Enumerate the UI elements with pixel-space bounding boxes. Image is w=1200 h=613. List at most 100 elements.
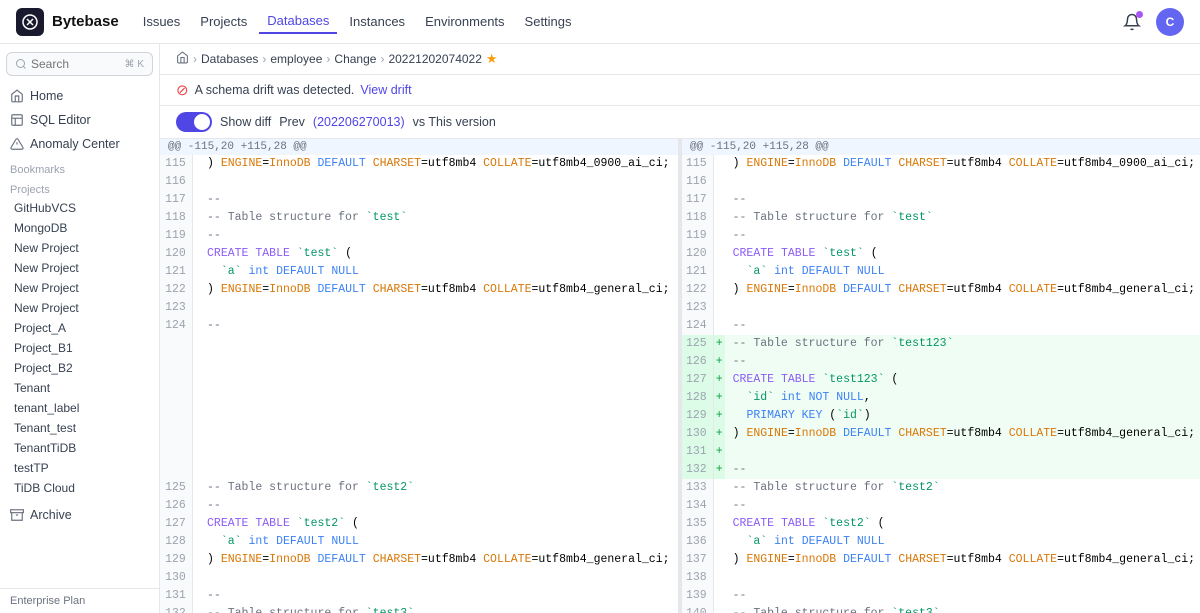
line-prefix — [192, 281, 199, 299]
breadcrumb-sep-1: › — [193, 52, 197, 66]
search-icon — [15, 58, 27, 70]
line-code: ) ENGINE=InnoDB DEFAULT CHARSET=utf8mb4 … — [725, 551, 1200, 569]
line-number — [160, 461, 192, 479]
view-drift-link[interactable]: View drift — [360, 83, 411, 97]
line-code: -- — [725, 227, 1200, 245]
line-number: 128 — [682, 389, 713, 407]
line-code: ) ENGINE=InnoDB DEFAULT CHARSET=utf8mb4 … — [199, 281, 677, 299]
line-prefix — [713, 515, 724, 533]
project-item-newproject-4[interactable]: New Project — [0, 298, 159, 318]
project-item-project-b1[interactable]: Project_B1 — [0, 338, 159, 358]
breadcrumb-sep-2: › — [262, 52, 266, 66]
breadcrumb-changeid: 20221202074022 — [388, 52, 481, 66]
project-item-project-a[interactable]: Project_A — [0, 318, 159, 338]
notification-dot — [1136, 11, 1143, 18]
avatar[interactable]: C — [1156, 8, 1184, 36]
line-code — [199, 407, 677, 425]
line-code: CREATE TABLE `test` ( — [725, 245, 1200, 263]
line-prefix — [713, 155, 724, 173]
line-code — [725, 173, 1200, 191]
project-item-tenanttidb[interactable]: TenantTiDB — [0, 438, 159, 458]
search-box[interactable]: ⌘ K — [6, 52, 153, 76]
project-item-newproject-1[interactable]: New Project — [0, 238, 159, 258]
line-code: -- Table structure for `test123` — [725, 335, 1200, 353]
sidebar-item-sql-editor[interactable]: SQL Editor — [0, 108, 159, 132]
line-prefix — [713, 227, 724, 245]
project-item-testtp[interactable]: testTP — [0, 458, 159, 478]
line-number — [160, 425, 192, 443]
breadcrumb-star-icon[interactable]: ★ — [486, 51, 498, 67]
project-item-githubvcs[interactable]: GitHubVCS — [0, 198, 159, 218]
project-item-project-b2[interactable]: Project_B2 — [0, 358, 159, 378]
line-code — [725, 443, 1200, 461]
show-diff-label: Show diff — [220, 115, 271, 129]
breadcrumb-home-icon[interactable] — [176, 51, 189, 67]
line-code: ) ENGINE=InnoDB DEFAULT CHARSET=utf8mb4 … — [199, 155, 677, 173]
nav-item-instances[interactable]: Instances — [341, 10, 413, 33]
breadcrumb-change[interactable]: Change — [334, 52, 376, 66]
line-number: 123 — [682, 299, 713, 317]
diff-hunk-header-right: @@ -115,20 +115,28 @@ — [682, 139, 1200, 155]
line-code — [199, 461, 677, 479]
line-code: ) ENGINE=InnoDB DEFAULT CHARSET=utf8mb4 … — [725, 425, 1200, 443]
show-diff-toggle[interactable] — [176, 112, 212, 132]
line-code: -- — [725, 587, 1200, 605]
nav-item-settings[interactable]: Settings — [517, 10, 580, 33]
prev-label: Prev — [279, 115, 305, 129]
project-item-newproject-3[interactable]: New Project — [0, 278, 159, 298]
project-item-tenant-test[interactable]: Tenant_test — [0, 418, 159, 438]
line-prefix — [192, 227, 199, 245]
line-code: ) ENGINE=InnoDB DEFAULT CHARSET=utf8mb4 … — [725, 281, 1200, 299]
sidebar-item-anomaly-center[interactable]: Anomaly Center — [0, 132, 159, 156]
search-input[interactable] — [31, 57, 91, 71]
line-number: 127 — [682, 371, 713, 389]
line-prefix — [713, 479, 724, 497]
diff-viewer[interactable]: @@ -115,20 +115,28 @@ 115 ) ENGINE=InnoDB… — [160, 139, 1200, 613]
line-prefix — [192, 389, 199, 407]
line-number: 122 — [682, 281, 713, 299]
line-code — [199, 425, 677, 443]
breadcrumb-databases[interactable]: Databases — [201, 52, 258, 66]
breadcrumb-employee[interactable]: employee — [270, 52, 322, 66]
line-prefix — [192, 605, 199, 613]
line-prefix: + — [713, 425, 724, 443]
line-code: `a` int DEFAULT NULL — [725, 263, 1200, 281]
line-prefix — [192, 551, 199, 569]
line-code: -- — [725, 497, 1200, 515]
line-number: 125 — [160, 479, 192, 497]
nav-item-projects[interactable]: Projects — [192, 10, 255, 33]
line-code: PRIMARY KEY (`id`) — [725, 407, 1200, 425]
line-code: CREATE TABLE `test2` ( — [199, 515, 677, 533]
line-code: -- Table structure for `test` — [725, 209, 1200, 227]
sidebar-item-archive[interactable]: Archive — [0, 502, 159, 528]
line-number: 115 — [682, 155, 713, 173]
line-number: 133 — [682, 479, 713, 497]
line-prefix — [713, 497, 724, 515]
prev-link[interactable]: (202206270013) — [313, 115, 405, 129]
project-item-tenant-label[interactable]: tenant_label — [0, 398, 159, 418]
alert-bar: ⊘ A schema drift was detected. View drif… — [160, 75, 1200, 106]
sidebar-item-home[interactable]: Home — [0, 84, 159, 108]
anomaly-center-icon — [10, 137, 24, 151]
project-item-mongodb[interactable]: MongoDB — [0, 218, 159, 238]
line-prefix: + — [713, 443, 724, 461]
notification-bell[interactable] — [1118, 8, 1146, 36]
nav-item-issues[interactable]: Issues — [135, 10, 189, 33]
line-code: -- — [199, 497, 677, 515]
logo[interactable]: Bytebase — [16, 8, 119, 36]
project-item-newproject-2[interactable]: New Project — [0, 258, 159, 278]
line-prefix — [192, 533, 199, 551]
nav-item-databases[interactable]: Databases — [259, 9, 337, 34]
line-number: 115 — [160, 155, 192, 173]
line-code: CREATE TABLE `test123` ( — [725, 371, 1200, 389]
project-item-tidb-cloud[interactable]: TiDB Cloud — [0, 478, 159, 498]
line-number: 131 — [682, 443, 713, 461]
line-number: 122 — [160, 281, 192, 299]
line-number: 132 — [160, 605, 192, 613]
line-number: 124 — [160, 317, 192, 335]
search-shortcut: ⌘ K — [125, 59, 144, 70]
line-number: 127 — [160, 515, 192, 533]
nav-item-environments[interactable]: Environments — [417, 10, 512, 33]
project-item-tenant[interactable]: Tenant — [0, 378, 159, 398]
line-code — [725, 299, 1200, 317]
